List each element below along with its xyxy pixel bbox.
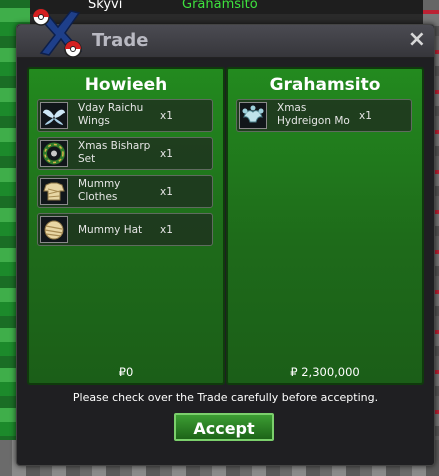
mummy-clothes-icon bbox=[40, 178, 68, 205]
item-name: Mummy Hat bbox=[78, 224, 143, 236]
close-icon[interactable]: × bbox=[408, 27, 426, 52]
trade-notice: Please check over the Trade carefully be… bbox=[72, 391, 379, 404]
right-trade-panel: Grahamsito Xmas Hydreigon Mo x1 ₽ 2,300,… bbox=[226, 67, 424, 385]
money-offer: ₽ 2,300,000 bbox=[290, 365, 360, 379]
trade-item[interactable]: Mummy Hat x1 bbox=[37, 213, 213, 246]
trader-name: Howieeh bbox=[84, 75, 168, 95]
item-name: Xmas Bisharp Set bbox=[78, 140, 151, 165]
wreath-icon bbox=[40, 140, 68, 167]
trader-name: Grahamsito bbox=[269, 75, 381, 95]
trade-item[interactable]: Xmas Bisharp Set x1 bbox=[37, 137, 213, 170]
item-quantity: x1 bbox=[160, 110, 173, 122]
trade-item[interactable]: Vday Raichu Wings x1 bbox=[37, 99, 213, 132]
item-quantity: x1 bbox=[359, 110, 372, 122]
item-quantity: x1 bbox=[160, 186, 173, 198]
player-name-tag: Grahamsito bbox=[182, 0, 258, 12]
wings-icon bbox=[40, 102, 68, 129]
item-quantity: x1 bbox=[160, 148, 173, 160]
dragon-mount-icon bbox=[239, 102, 267, 129]
item-list: Xmas Hydreigon Mo x1 bbox=[236, 99, 412, 137]
player-name-tag: Skyvi bbox=[88, 0, 123, 12]
item-quantity: x1 bbox=[160, 224, 173, 236]
money-offer: ₽0 bbox=[118, 365, 134, 379]
left-trade-panel: Howieeh Vday Raichu Wings x1 Xmas Bishar… bbox=[27, 67, 225, 385]
trade-item[interactable]: Mummy Clothes x1 bbox=[37, 175, 213, 208]
item-name: Vday Raichu Wings bbox=[78, 102, 144, 127]
trade-window: Trade × Howieeh Vday Raichu Wings x1 Xma… bbox=[16, 8, 435, 466]
trade-item[interactable]: Xmas Hydreigon Mo x1 bbox=[236, 99, 412, 132]
item-list: Vday Raichu Wings x1 Xmas Bisharp Set x1… bbox=[37, 99, 213, 251]
item-name: Xmas Hydreigon Mo bbox=[277, 102, 350, 127]
item-name: Mummy Clothes bbox=[78, 178, 121, 203]
trade-logo-icon bbox=[32, 8, 83, 58]
mummy-hat-icon bbox=[40, 216, 68, 243]
accept-button[interactable]: Accept bbox=[174, 413, 274, 441]
window-title: Trade bbox=[92, 30, 149, 51]
